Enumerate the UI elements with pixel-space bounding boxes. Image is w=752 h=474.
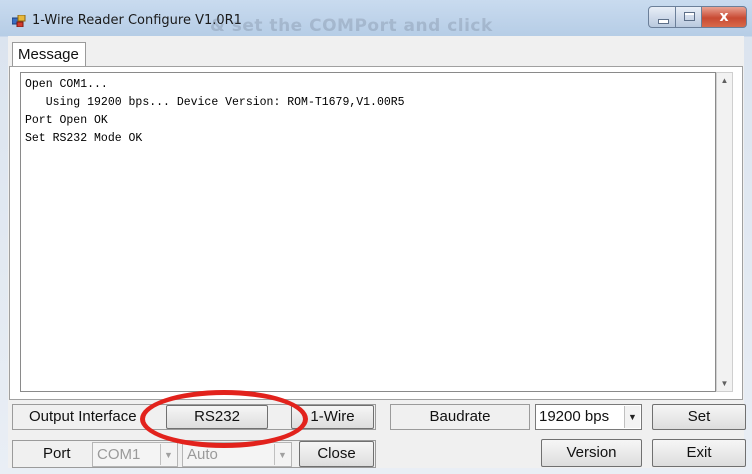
com-port-select[interactable]: COM1 ▼ (92, 442, 178, 467)
message-log[interactable]: Open COM1... Using 19200 bps... Device V… (20, 72, 716, 392)
minimize-button[interactable] (648, 6, 676, 28)
rs232-button[interactable]: RS232 (166, 405, 268, 429)
dropdown-arrow-icon[interactable]: ▼ (274, 444, 290, 465)
log-lines: Open COM1... Using 19200 bps... Device V… (25, 76, 405, 148)
log-line: Port Open OK (25, 114, 108, 127)
maximize-button[interactable] (675, 6, 702, 28)
output-interface-label: Output Interface (29, 408, 137, 425)
baudrate-value: 19200 bps (539, 408, 610, 425)
background-ghost-text: & set the COMPort and click (210, 16, 493, 36)
onewire-button[interactable]: 1-Wire (291, 405, 374, 429)
auto-select[interactable]: Auto ▼ (182, 442, 292, 467)
auto-value: Auto (187, 446, 218, 463)
port-label: Port (43, 445, 71, 462)
set-button[interactable]: Set (652, 404, 746, 430)
log-line: Set RS232 Mode OK (25, 132, 143, 145)
client-area: Message Open COM1... Using 19200 bps... … (8, 36, 746, 468)
baudrate-select[interactable]: 19200 bps ▼ (535, 404, 642, 430)
close-window-button[interactable]: x (701, 6, 747, 28)
exit-button[interactable]: Exit (652, 439, 746, 467)
log-line: Using 19200 bps... Device Version: ROM-T… (25, 96, 405, 109)
version-button[interactable]: Version (541, 439, 642, 467)
log-scrollbar[interactable]: ▲ ▼ (716, 72, 733, 392)
close-icon: x (719, 9, 729, 25)
app-window: 1-Wire Reader Configure V1.0R1 & set the… (0, 0, 752, 474)
scroll-up-arrow-icon[interactable]: ▲ (720, 76, 729, 85)
dropdown-arrow-icon[interactable]: ▼ (624, 406, 640, 428)
scroll-down-arrow-icon[interactable]: ▼ (720, 379, 729, 388)
close-port-button[interactable]: Close (299, 441, 374, 467)
log-line: Open COM1... (25, 78, 108, 91)
minimize-icon (658, 19, 669, 24)
com-port-value: COM1 (97, 446, 141, 463)
message-panel: Open COM1... Using 19200 bps... Device V… (9, 66, 743, 400)
baudrate-label: Baudrate (390, 404, 530, 430)
tab-message[interactable]: Message (12, 42, 86, 67)
app-icon (11, 14, 26, 28)
dropdown-arrow-icon[interactable]: ▼ (160, 444, 176, 465)
maximize-icon (684, 12, 695, 21)
title-bar[interactable]: 1-Wire Reader Configure V1.0R1 & set the… (0, 0, 752, 36)
